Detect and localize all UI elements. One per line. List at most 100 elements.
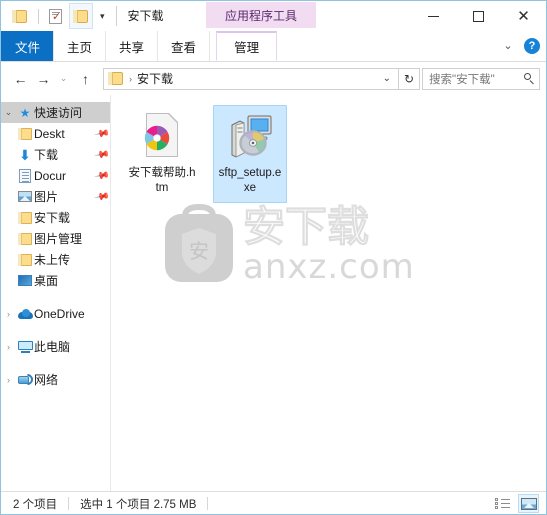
tab-share[interactable]: 共享	[105, 31, 159, 61]
large-icons-view-button[interactable]	[518, 494, 539, 513]
tab-file[interactable]: 文件	[1, 31, 55, 61]
breadcrumb-dropdown-icon[interactable]: ⌄	[376, 73, 398, 84]
ribbon-tab-bar: 文件 主页 共享 查看 管理 ⌄ ?	[1, 31, 546, 62]
download-arrow-icon: ⬇	[19, 146, 31, 163]
breadcrumb-current-folder[interactable]: 安下载	[137, 70, 173, 87]
folder-icon	[16, 232, 34, 245]
up-button[interactable]: ↑	[74, 67, 97, 90]
chevron-down-icon[interactable]: ⌄	[501, 40, 515, 52]
chevron-down-icon: ⌄	[59, 73, 68, 83]
navigation-pane: ⌄ ★ 快速访问 Deskt 📌 ⬇ 下载 📌 Docur 📌 图片 📌 安下载…	[1, 95, 111, 491]
folder-icon	[16, 211, 34, 224]
sidebar-item-onedrive[interactable]: › OneDrive	[1, 303, 110, 324]
sidebar-item-not-uploaded[interactable]: 未上传	[1, 249, 110, 270]
folder-icon	[12, 9, 28, 23]
file-name: sftp_setup.exe	[218, 167, 282, 194]
sidebar-item-label: 下载	[34, 148, 59, 162]
sidebar-item-quick-access[interactable]: ⌄ ★ 快速访问	[1, 102, 110, 123]
sidebar-item-label: OneDrive	[34, 306, 85, 321]
folder-icon	[108, 72, 124, 85]
tab-view[interactable]: 查看	[157, 31, 211, 61]
sidebar-item-desktop-pinned[interactable]: Deskt 📌	[1, 123, 110, 144]
qat-customize-caret-icon[interactable]: ▾	[100, 11, 105, 21]
sidebar-item-this-pc[interactable]: › 此电脑	[1, 336, 110, 357]
status-selection-info: 选中 1 个项目 2.75 MB	[80, 498, 197, 511]
close-button[interactable]: ✕	[501, 1, 546, 31]
file-explorer-window: ✓ ▾ 安下载 应用程序工具 ✕ 文件 主页 共享 查看 管理 ⌄ ? ← → …	[0, 0, 547, 515]
view-mode-buttons	[492, 494, 539, 513]
sidebar-item-label: 图片	[34, 190, 59, 204]
quick-access-toolbar: ✓ ▾	[1, 1, 105, 31]
pin-icon: 📌	[93, 168, 110, 185]
back-button[interactable]: ←	[9, 67, 32, 90]
status-separator	[68, 497, 70, 510]
breadcrumb-separator-icon: ›	[129, 73, 132, 84]
sidebar-item-anxiazai[interactable]: 安下载	[1, 207, 110, 228]
window-controls: ✕	[411, 1, 546, 31]
chevron-down-icon[interactable]: ⌄	[1, 107, 16, 118]
sidebar-item-documents[interactable]: Docur 📌	[1, 165, 110, 186]
sidebar-item-label: 未上传	[34, 253, 71, 267]
recent-locations-button[interactable]: ⌄	[55, 67, 72, 90]
help-icon[interactable]: ?	[524, 38, 540, 54]
folder-icon	[16, 127, 34, 140]
breadcrumb[interactable]: › 安下载 ⌄	[103, 67, 399, 90]
maximize-button[interactable]	[456, 1, 501, 31]
chevron-right-icon[interactable]: ›	[1, 375, 16, 385]
sidebar-item-pictures[interactable]: 图片 📌	[1, 186, 110, 207]
close-icon: ✕	[517, 6, 530, 25]
address-bar: ← → ⌄ ↑ › 安下载 ⌄ ↻ 搜索"安下载"	[1, 62, 546, 95]
window-title: 安下载	[115, 6, 164, 26]
setup-executable-icon	[226, 113, 274, 159]
forward-button[interactable]: →	[32, 67, 55, 90]
file-item-html[interactable]: 安下载帮助.htm	[125, 105, 199, 203]
details-view-button[interactable]	[492, 494, 513, 513]
forward-arrow-icon: →	[36, 70, 51, 87]
tab-manage[interactable]: 管理	[216, 31, 278, 61]
onedrive-cloud-icon	[16, 308, 34, 319]
back-arrow-icon: ←	[13, 70, 28, 87]
sidebar-item-picture-manage[interactable]: 图片管理	[1, 228, 110, 249]
watermark-brand-text: 安下载	[243, 204, 370, 250]
setup-executable-glyph	[231, 115, 272, 158]
minimize-button[interactable]	[411, 1, 456, 31]
sidebar-item-label: Deskt	[34, 126, 65, 141]
refresh-icon: ↻	[403, 71, 415, 86]
pin-icon: 📌	[93, 189, 110, 206]
explorer-body: ⌄ ★ 快速访问 Deskt 📌 ⬇ 下载 📌 Docur 📌 图片 📌 安下载…	[1, 95, 546, 491]
tab-file-label: 文件	[15, 40, 41, 55]
tab-share-label: 共享	[119, 40, 145, 55]
file-item-exe[interactable]: sftp_setup.exe	[213, 105, 287, 203]
file-grid: 安下载帮助.htm sftp_setup.exe	[111, 95, 546, 203]
tab-view-label: 查看	[171, 40, 197, 55]
file-list-pane[interactable]: 安下载帮助.htm sftp_setup.exe 安 安下载 anxz.com	[111, 95, 546, 491]
qat-new-folder-button[interactable]	[69, 3, 93, 29]
qat-properties-button[interactable]: ✓	[47, 5, 64, 27]
new-folder-icon	[73, 9, 89, 23]
contextual-tab-band: 应用程序工具	[206, 2, 316, 28]
title-bar: ✓ ▾ 安下载 应用程序工具 ✕	[1, 1, 546, 31]
pinwheel-glyph	[144, 125, 170, 151]
sidebar-item-desktop[interactable]: 桌面	[1, 270, 110, 291]
sidebar-item-downloads[interactable]: ⬇ 下载 📌	[1, 144, 110, 165]
search-icon	[524, 73, 535, 84]
file-icon-wrap	[226, 110, 274, 162]
sidebar-item-label: 图片管理	[34, 232, 83, 246]
sidebar-item-network[interactable]: › 网络	[1, 369, 110, 390]
refresh-button[interactable]: ↻	[399, 67, 420, 90]
maximize-icon	[473, 10, 484, 22]
watermark-brand-label: 安下载	[243, 204, 369, 250]
ribbon-right-controls: ⌄ ?	[501, 31, 540, 61]
qat-folder-button[interactable]	[10, 5, 30, 27]
chevron-right-icon[interactable]: ›	[1, 309, 16, 319]
minimize-icon	[428, 16, 439, 17]
sidebar-item-label: 快速访问	[34, 106, 83, 120]
search-input[interactable]: 搜索"安下载"	[422, 67, 540, 90]
star-pin-icon: ★	[19, 105, 31, 120]
tab-home[interactable]: 主页	[53, 31, 107, 61]
chevron-right-icon[interactable]: ›	[1, 342, 16, 352]
this-pc-icon	[16, 340, 34, 353]
folder-icon	[16, 253, 34, 266]
